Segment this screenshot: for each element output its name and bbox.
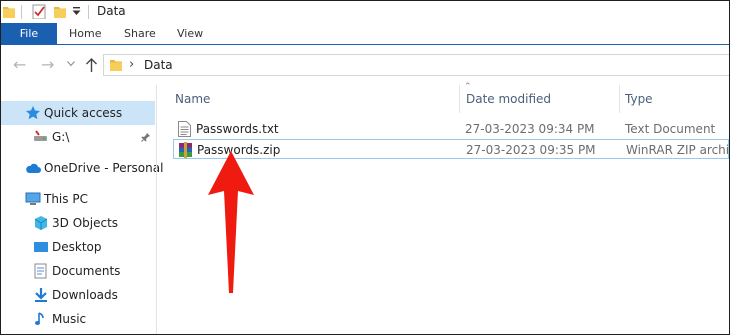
computer-icon [25,192,41,205]
explorer-window: Data File Home Share View ← → › Data Qui… [0,0,730,335]
recent-locations-chevron-icon[interactable] [67,61,75,67]
column-header: ⌃ Name Date modified Type [157,82,729,113]
folder-icon [3,7,15,18]
text-file-icon [178,121,191,137]
breadcrumb-chevron-icon: › [129,57,135,72]
cube-icon [34,216,48,230]
column-divider[interactable] [459,85,460,113]
winrar-icon [179,142,192,158]
customize-qa-dropdown-icon[interactable] [72,7,81,22]
sidebar-item-desktop[interactable]: Desktop [1,235,155,259]
sidebar-item-documents[interactable]: Documents [1,259,155,283]
file-row-passwords-zip[interactable]: Passwords.zip 27-03-2023 09:35 PM WinRAR… [173,139,729,159]
music-icon [35,312,44,325]
breadcrumb-path[interactable]: Data [144,58,173,72]
address-bar[interactable]: › Data [103,54,729,76]
new-folder-icon[interactable] [54,4,66,19]
title-bar: Data [1,1,729,23]
pin-icon[interactable] [141,132,151,142]
sidebar-item-downloads[interactable]: Downloads [1,283,155,307]
sidebar-item-label: Downloads [52,288,118,302]
sidebar-item-label: Quick access [44,106,123,120]
window-title: Data [97,4,126,18]
navigation-bar: ← → › Data [1,45,729,85]
sidebar-item-quick-access[interactable]: Quick access [1,101,155,125]
back-arrow-icon[interactable]: ← [13,57,26,73]
sidebar-item-label: OneDrive - Personal [44,161,164,175]
file-type: Text Document [625,122,716,136]
tab-file[interactable]: File [1,23,57,45]
sidebar-item-label: Documents [52,264,121,278]
file-row-passwords-txt[interactable]: Passwords.txt 27-03-2023 09:34 PM Text D… [173,119,729,139]
annotation-arrow-icon [208,151,254,293]
ribbon-tabs: File Home Share View [1,23,729,45]
divider [88,5,89,19]
navigation-pane: Quick access G:\ OneDrive - Personal Thi… [1,85,163,334]
tab-share[interactable]: Share [124,23,156,45]
properties-icon[interactable] [31,4,47,19]
sidebar-item-label: 3D Objects [52,216,119,230]
divider [21,5,22,19]
sidebar-item-onedrive[interactable]: OneDrive - Personal [1,156,163,180]
file-date-modified: 27-03-2023 09:34 PM [465,122,595,136]
desktop-icon [34,242,48,252]
file-type: WinRAR ZIP archive [626,143,730,157]
sidebar-item-label: This PC [44,192,88,206]
folder-icon [110,60,122,71]
sidebar-item-label: G:\ [52,130,70,144]
drive-icon [34,130,47,141]
column-divider[interactable] [619,85,620,113]
cloud-icon [26,163,41,173]
file-name: Passwords.txt [196,122,279,136]
sidebar-item-3d-objects[interactable]: 3D Objects [1,211,155,235]
star-icon [26,106,40,120]
sidebar-item-label: Music [52,312,87,326]
sidebar-item-music[interactable]: Music [1,307,155,331]
sidebar-item-this-pc[interactable]: This PC [1,187,155,211]
file-date-modified: 27-03-2023 09:35 PM [466,143,596,157]
column-date-modified[interactable]: Date modified [466,92,551,106]
sidebar-item-g-drive[interactable]: G:\ [1,125,155,149]
column-name[interactable]: Name [175,92,210,106]
sort-caret-icon: ⌃ [464,82,472,92]
tab-home[interactable]: Home [69,23,101,45]
column-type[interactable]: Type [625,92,653,106]
forward-arrow-icon[interactable]: → [41,57,54,73]
download-icon [35,288,47,302]
tab-view[interactable]: View [177,23,203,45]
pane-splitter[interactable] [156,85,157,334]
sidebar-item-label: Desktop [52,240,102,254]
up-arrow-icon[interactable] [85,58,98,73]
documents-icon [34,263,47,279]
